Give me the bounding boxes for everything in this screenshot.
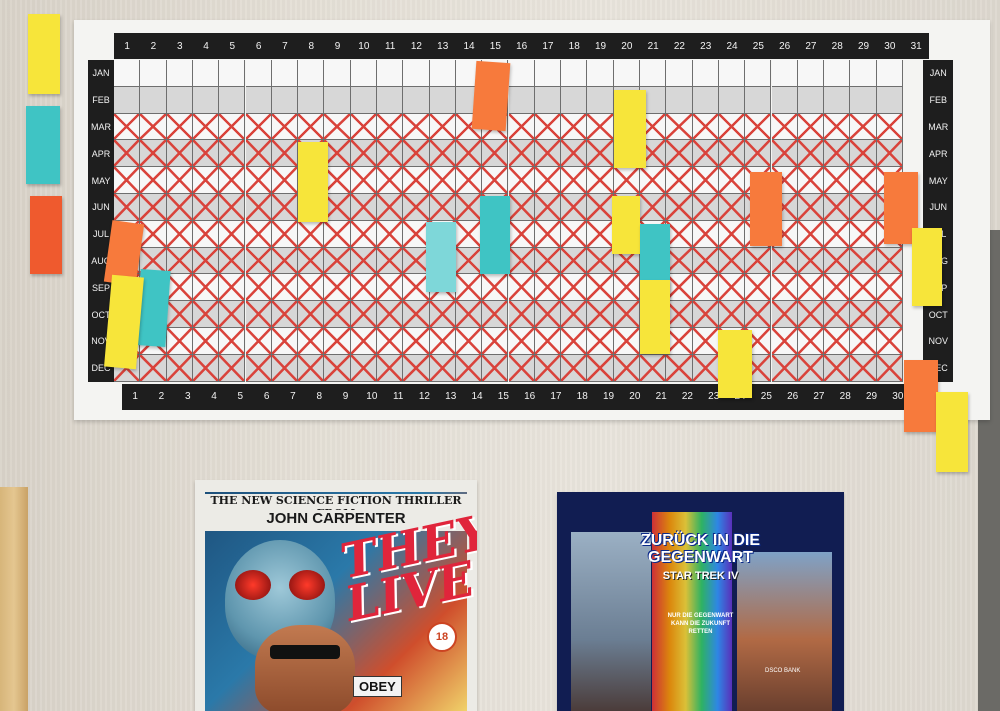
- poster-subtitle: STAR TREK IV: [662, 570, 739, 582]
- wall-sticky-note-red: [30, 196, 62, 274]
- they-live-poster: THE NEW SCIENCE FICTION THRILLER FROM JO…: [195, 480, 477, 711]
- calendar-sticky-note: [480, 196, 510, 274]
- bank-sign: DSCO BANK: [765, 668, 801, 674]
- calendar-sticky-note: [718, 330, 752, 398]
- calendar-sticky-note: [640, 280, 670, 354]
- wall-sticky-note-teal: [26, 106, 60, 184]
- age-rating-badge: 18: [427, 622, 457, 652]
- tagline-line2: KANN DIE ZUKUNFT: [671, 621, 730, 627]
- calendar-sticky-note: [298, 142, 328, 222]
- tagline-line3: RETTEN: [688, 629, 713, 635]
- poster-title: ZURÜCK IN DIE GEGENWART: [557, 532, 844, 566]
- alien-eye: [289, 570, 325, 600]
- calendar-sticky-note: [936, 392, 968, 472]
- poster-tagline: NUR DIE GEGENWART KANN DIE ZUKUNFT RETTE…: [557, 612, 844, 636]
- calendar-sticky-note: [612, 196, 640, 254]
- alien-eye: [235, 570, 271, 600]
- wooden-shelf-edge: [0, 487, 28, 711]
- sunglasses-artwork: [270, 645, 340, 659]
- tagline-line1: NUR DIE GEGENWART: [667, 613, 734, 619]
- calendar-sticky-note: [750, 172, 782, 246]
- calendar-sticky-note: [471, 60, 511, 132]
- calendar-sticky-note: [912, 228, 942, 306]
- calendar-sticky-note: [426, 222, 456, 292]
- hero-face-artwork: [255, 625, 355, 711]
- wall-sticky-note-yellow: [28, 14, 60, 94]
- poster-title-line1: ZURÜCK IN DIE: [640, 532, 761, 549]
- poster-title-line2: GEGENWART: [648, 549, 753, 566]
- calendar-sticky-note: [904, 360, 938, 432]
- calendar-sticky-note: [614, 90, 646, 168]
- star-trek-poster: ZURÜCK IN DIE GEGENWART STAR TREK IV NUR…: [557, 492, 844, 711]
- obey-sign: OBEY: [353, 676, 402, 697]
- doorway-shadow: [978, 230, 1000, 711]
